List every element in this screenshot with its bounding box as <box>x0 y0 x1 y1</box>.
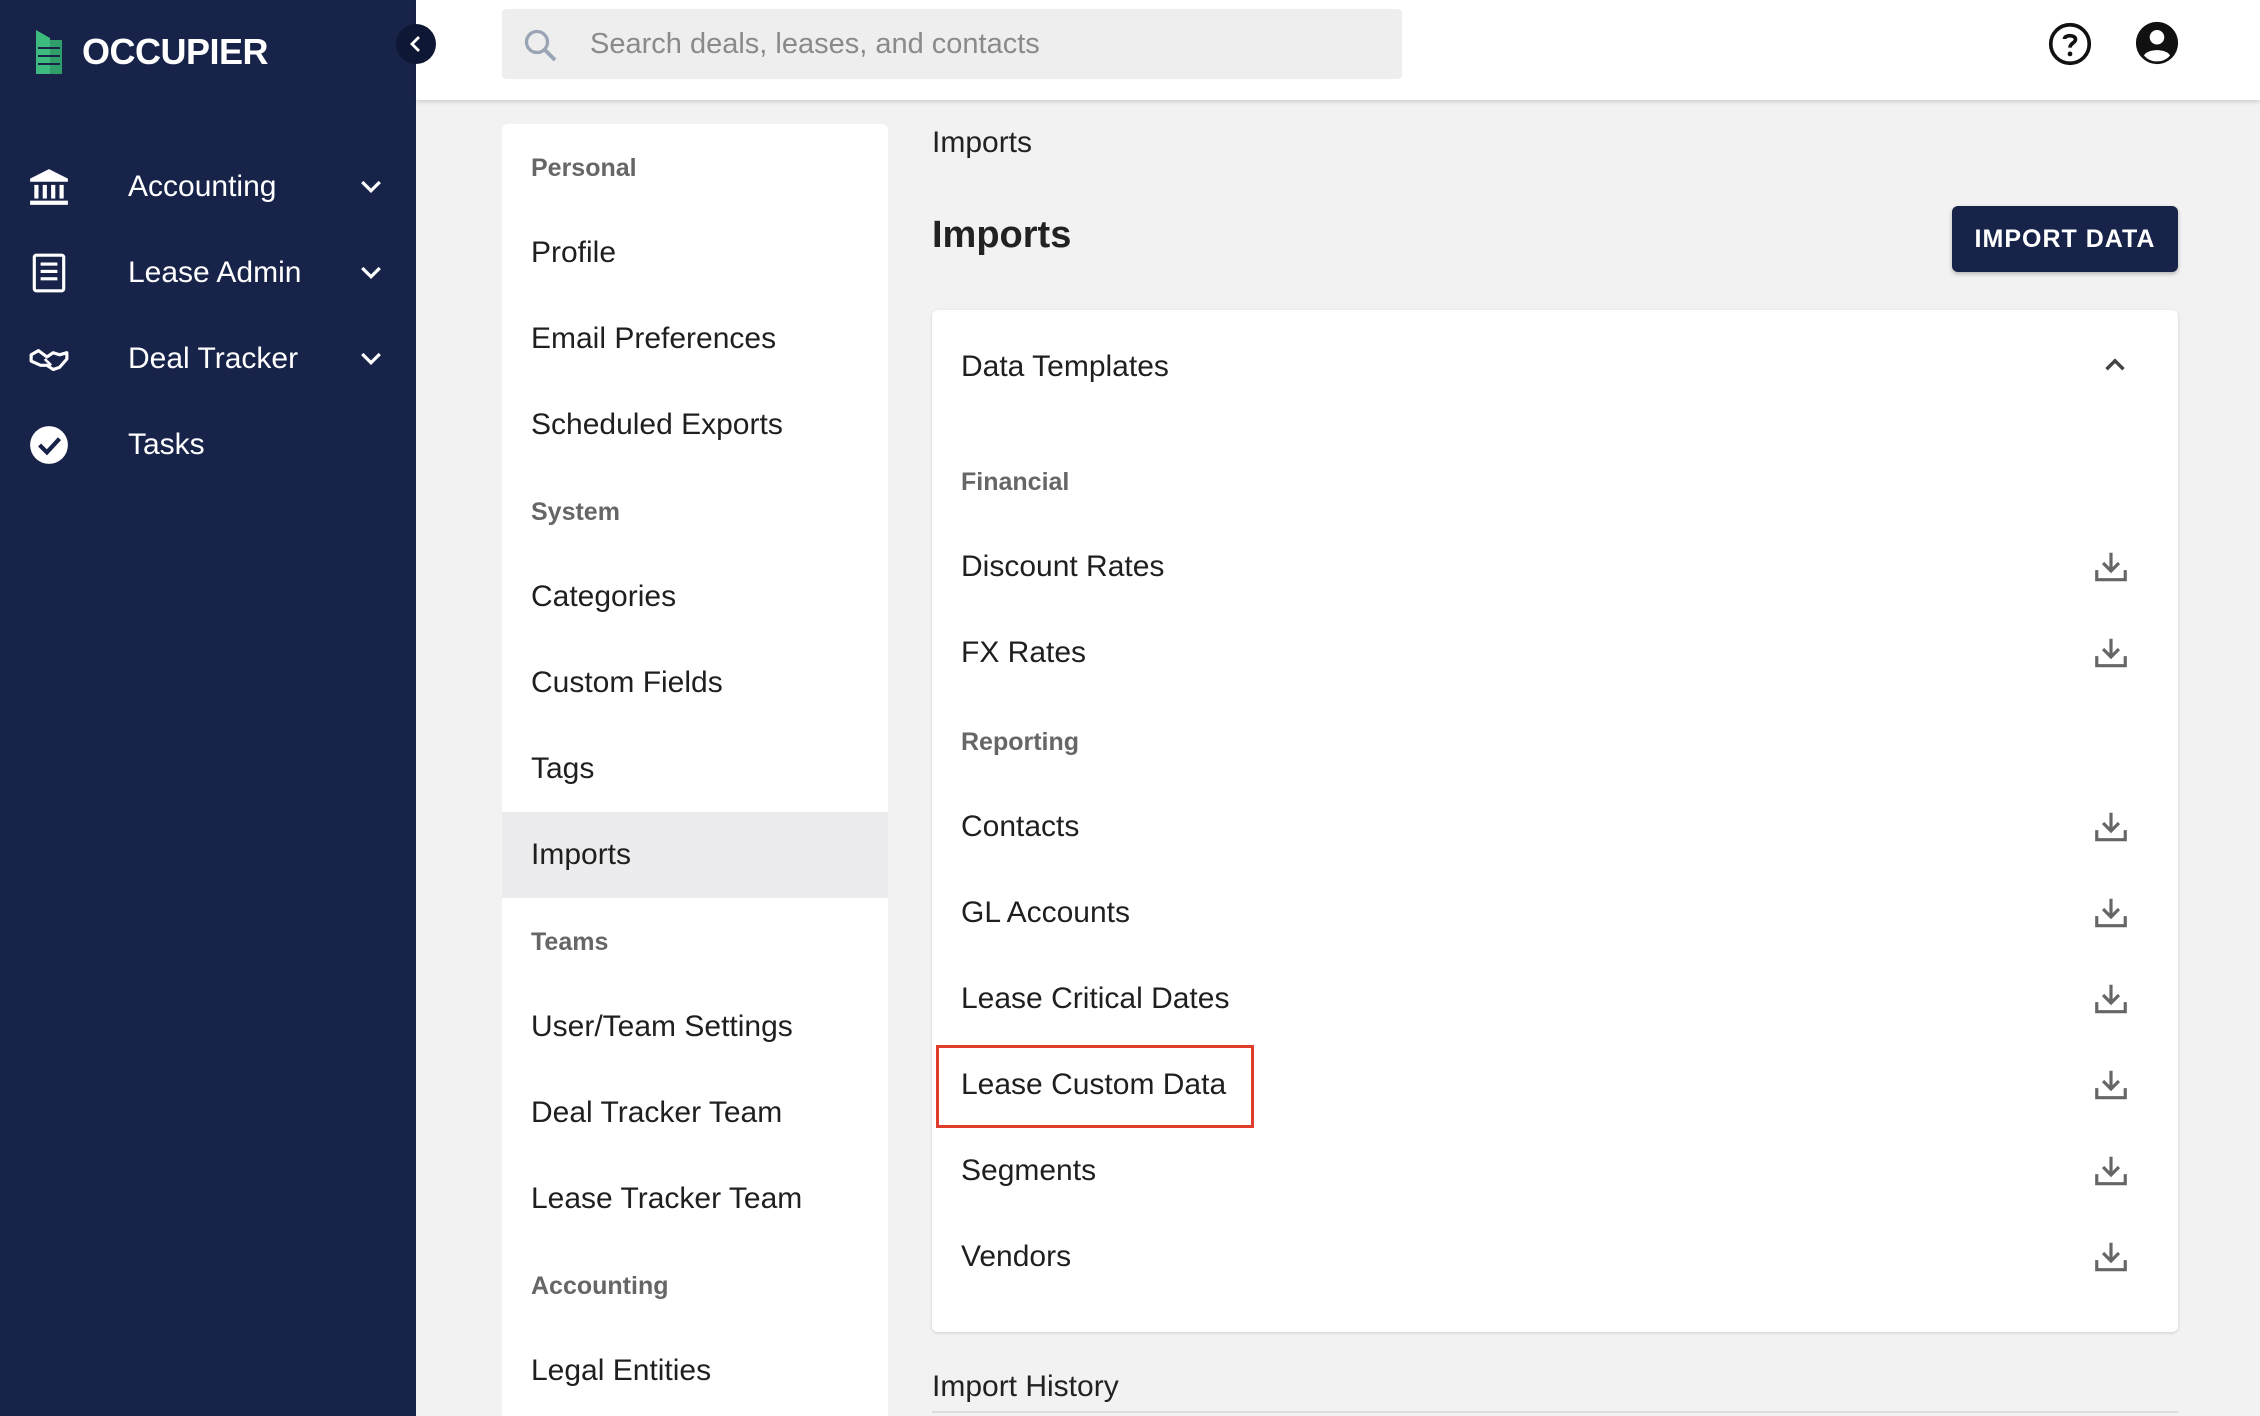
settings-section-teams: Teams <box>531 928 609 956</box>
settings-item-scheduled-exports[interactable]: Scheduled Exports <box>502 382 888 468</box>
divider <box>932 1411 2178 1413</box>
template-label: Lease Custom Data <box>961 1068 1227 1101</box>
settings-section-personal: Personal <box>531 154 637 182</box>
settings-item-categories[interactable]: Categories <box>502 554 888 640</box>
bank-icon <box>28 166 70 208</box>
help-icon[interactable] <box>2048 22 2092 66</box>
download-icon[interactable] <box>2092 1066 2130 1104</box>
template-row-lease-critical-dates: Lease Critical Dates <box>932 956 2178 1042</box>
nav-item-deal-tracker[interactable]: Deal Tracker <box>0 316 416 402</box>
template-row-contacts: Contacts <box>932 784 2178 870</box>
import-history-title: Import History <box>932 1370 1119 1403</box>
settings-menu: Personal Profile Email Preferences Sched… <box>502 124 888 1416</box>
search-input[interactable] <box>590 9 1380 79</box>
template-label: Lease Critical Dates <box>961 982 1230 1015</box>
top-bar <box>416 0 2260 100</box>
nav-item-label: Deal Tracker <box>128 342 299 375</box>
download-icon[interactable] <box>2092 808 2130 846</box>
import-data-button[interactable]: IMPORT DATA <box>1952 206 2178 272</box>
download-icon[interactable] <box>2092 894 2130 932</box>
occupier-logo-icon <box>36 30 62 74</box>
user-account-icon[interactable] <box>2134 20 2180 66</box>
template-label: FX Rates <box>961 636 1087 669</box>
download-icon[interactable] <box>2092 1152 2130 1190</box>
template-row-segments: Segments <box>932 1128 2178 1214</box>
template-label: GL Accounts <box>961 896 1130 929</box>
check-circle-icon <box>28 424 70 466</box>
template-label: Contacts <box>961 810 1080 843</box>
chevron-up-icon[interactable] <box>2098 348 2132 382</box>
page-title: Imports <box>932 214 1072 256</box>
download-icon[interactable] <box>2092 634 2130 672</box>
chevron-down-icon[interactable] <box>356 258 386 288</box>
settings-section-system: System <box>531 498 620 526</box>
template-row-gl-accounts: GL Accounts <box>932 870 2178 956</box>
settings-item-email-preferences[interactable]: Email Preferences <box>502 296 888 382</box>
brand-logo[interactable]: OCCUPIER <box>36 22 269 82</box>
template-section-financial: Financial <box>961 468 1070 496</box>
template-label: Discount Rates <box>961 550 1165 583</box>
settings-item-custom-fields[interactable]: Custom Fields <box>502 640 888 726</box>
download-icon[interactable] <box>2092 548 2130 586</box>
settings-item-legal-entities[interactable]: Legal Entities <box>502 1328 888 1414</box>
search-bar <box>502 9 1402 79</box>
document-icon <box>28 252 70 294</box>
template-label: Vendors <box>961 1240 1072 1273</box>
data-templates-panel: Data Templates Financial Discount Rates … <box>932 310 2178 1332</box>
settings-item-tags[interactable]: Tags <box>502 726 888 812</box>
nav-item-label: Tasks <box>128 428 205 461</box>
settings-item-user-team-settings[interactable]: User/Team Settings <box>502 984 888 1070</box>
panel-title: Data Templates <box>961 350 1169 383</box>
settings-item-profile[interactable]: Profile <box>502 210 888 296</box>
template-row-lease-custom-data: Lease Custom Data <box>932 1042 2178 1128</box>
handshake-icon <box>28 338 70 380</box>
template-row-discount-rates: Discount Rates <box>932 524 2178 610</box>
nav-item-accounting[interactable]: Accounting <box>0 144 416 230</box>
collapse-sidebar-button[interactable] <box>396 24 436 64</box>
chevron-left-icon <box>410 36 420 52</box>
main-navigation: OCCUPIER Accounting Lease Admin Deal Tra… <box>0 0 416 1416</box>
template-label: Segments <box>961 1154 1097 1187</box>
nav-item-tasks[interactable]: Tasks <box>0 402 416 488</box>
settings-item-lease-tracker-team[interactable]: Lease Tracker Team <box>502 1156 888 1242</box>
search-icon <box>524 29 557 62</box>
download-icon[interactable] <box>2092 980 2130 1018</box>
chevron-down-icon[interactable] <box>356 172 386 202</box>
nav-item-lease-admin[interactable]: Lease Admin <box>0 230 416 316</box>
nav-item-label: Accounting <box>128 170 277 203</box>
template-row-vendors: Vendors <box>932 1214 2178 1300</box>
brand-name: OCCUPIER <box>82 31 269 72</box>
nav-item-label: Lease Admin <box>128 256 302 289</box>
template-row-fx-rates: FX Rates <box>932 610 2178 696</box>
chevron-down-icon[interactable] <box>356 344 386 374</box>
download-icon[interactable] <box>2092 1238 2130 1276</box>
settings-item-imports[interactable]: Imports <box>502 812 888 898</box>
settings-section-accounting: Accounting <box>531 1272 669 1300</box>
template-section-reporting: Reporting <box>961 728 1080 756</box>
breadcrumb: Imports <box>932 126 1033 159</box>
settings-item-deal-tracker-team[interactable]: Deal Tracker Team <box>502 1070 888 1156</box>
